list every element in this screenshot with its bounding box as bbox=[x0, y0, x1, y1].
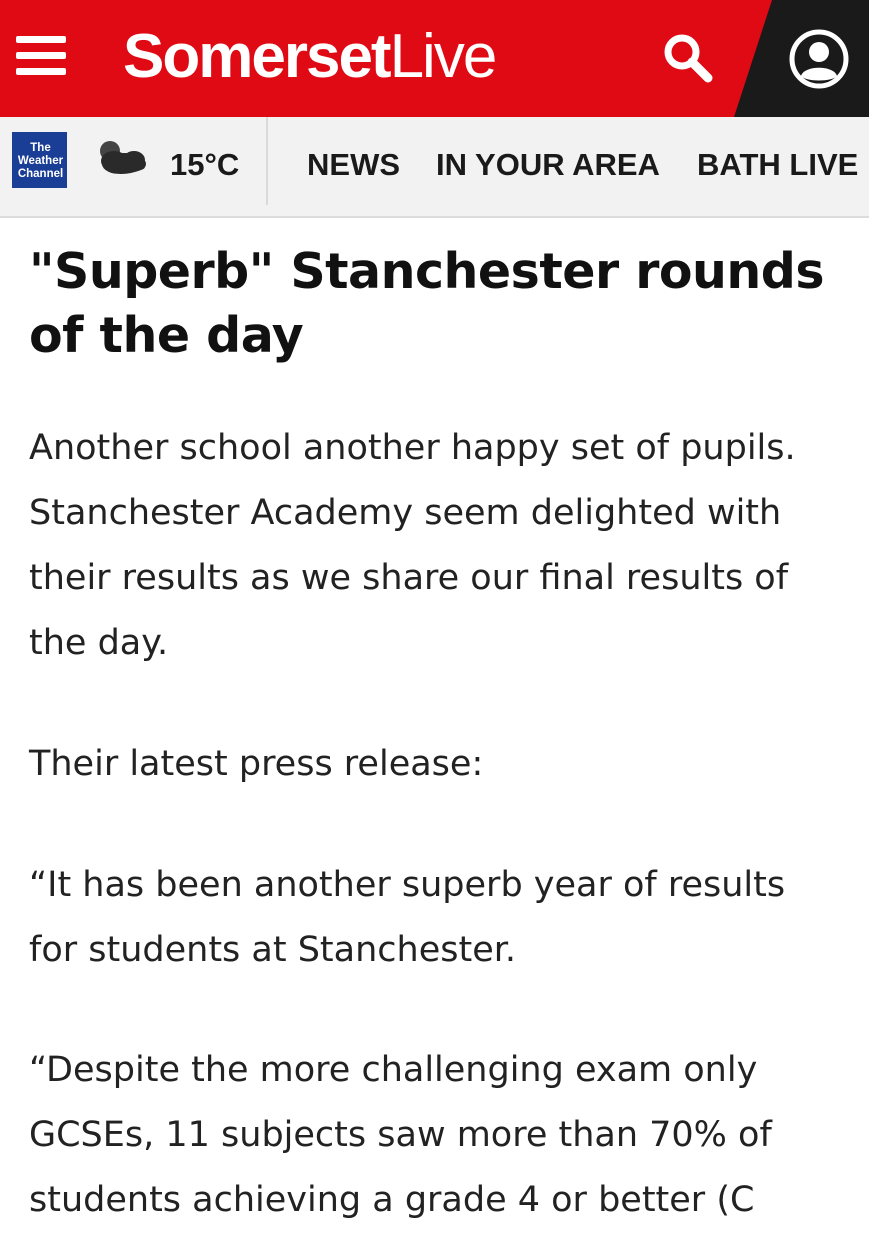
nav-divider bbox=[266, 117, 268, 205]
account-area bbox=[730, 0, 869, 117]
article-paragraph: “Despite the more challenging exam only … bbox=[29, 1050, 772, 1220]
nav-item-news[interactable]: NEWS bbox=[307, 147, 400, 183]
weather-logo-line: Channel bbox=[17, 168, 64, 180]
site-logo[interactable]: Somerset Live bbox=[123, 22, 498, 92]
menu-line bbox=[16, 68, 66, 75]
weather-logo-line: Weather bbox=[17, 155, 64, 167]
hamburger-menu-icon[interactable] bbox=[16, 36, 66, 76]
nav-item-bath-live[interactable]: BATH LIVE bbox=[697, 147, 858, 183]
account-icon[interactable] bbox=[788, 28, 850, 90]
article-headline: "Superb" Stanchester rounds of the day bbox=[29, 243, 825, 364]
search-icon[interactable] bbox=[660, 30, 716, 86]
temperature-readout[interactable]: 15°C bbox=[170, 147, 239, 183]
weather-logo-line: The bbox=[30, 142, 51, 154]
brand-name-bold: Somerset bbox=[123, 22, 392, 91]
article-paragraph: Another school another happy set of pupi… bbox=[29, 428, 796, 663]
article-paragraph: “It has been another superb year of resu… bbox=[29, 865, 786, 970]
partly-cloudy-icon bbox=[90, 137, 150, 181]
nav-item-in-your-area[interactable]: IN YOUR AREA bbox=[436, 147, 660, 183]
menu-line bbox=[16, 36, 66, 43]
weather-channel-logo[interactable]: The Weather Channel bbox=[12, 132, 67, 188]
brand-name-light: Live bbox=[389, 22, 498, 91]
menu-line bbox=[16, 52, 66, 59]
secondary-nav: The Weather Channel 15°C NEWS IN YOUR AR… bbox=[0, 117, 869, 218]
article-paragraph: Their latest press release: bbox=[29, 744, 484, 784]
top-header-bar: Somerset Live bbox=[0, 0, 869, 117]
